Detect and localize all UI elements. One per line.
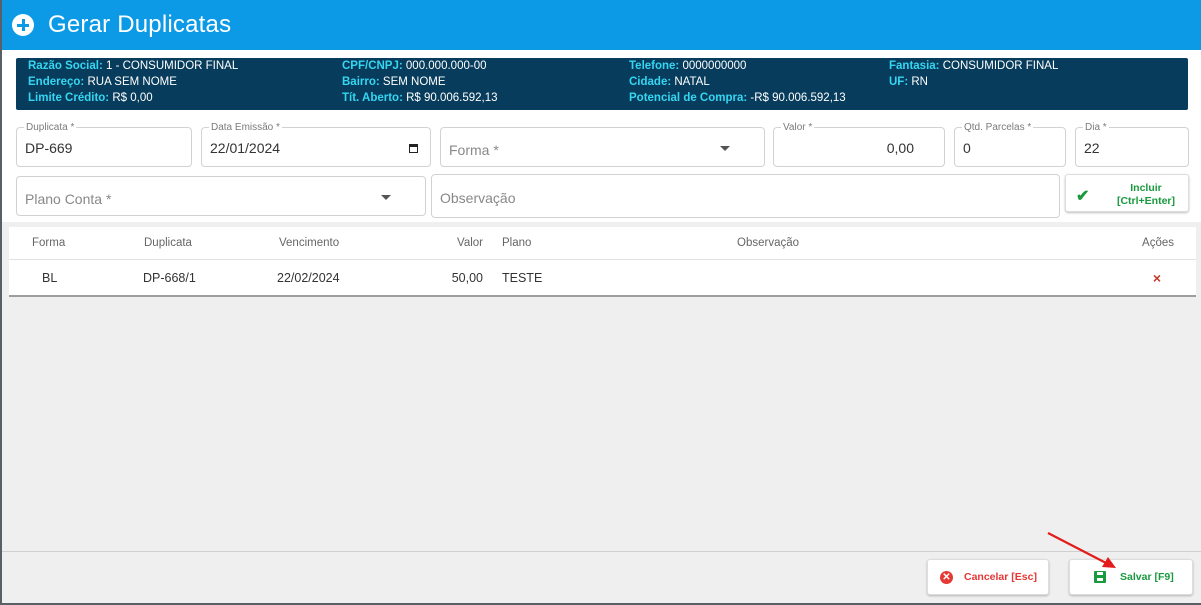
razao-social: Razão Social: 1 - CONSUMIDOR FINAL [28,60,239,72]
delete-icon[interactable]: × [1153,270,1161,286]
footer-divider [2,551,1201,552]
plano-conta-select[interactable]: Plano Conta * [16,176,426,216]
forma-placeholder: Forma * [449,142,499,158]
fantasia: Fantasia: CONSUMIDOR FINAL [889,60,1059,72]
close-circle-icon: ✕ [940,570,953,584]
table-row: BL DP-668/1 22/02/2024 50,00 TESTE × [9,261,1196,295]
chevron-down-icon [720,146,730,151]
save-label: Salvar [F9] [1120,571,1174,583]
potencial-compra: Potencial de Compra: -R$ 90.006.592,13 [629,92,846,104]
forma-select[interactable]: Forma * [440,127,765,167]
duplicata-field[interactable]: Duplicata * DP-669 [16,122,192,167]
data-emissao-field[interactable]: Data Emissão * 22/01/2024 [201,122,431,167]
table-header: Forma Duplicata Vencimento Valor Plano O… [9,227,1196,260]
dia-label: Dia * [1083,122,1109,133]
incluir-button[interactable]: ✔ Incluir [Ctrl+Enter] [1065,174,1189,212]
bairro: Bairro: SEM NOME [342,76,446,88]
column-header: Ações [1142,237,1174,249]
cidade: Cidade: NATAL [629,76,710,88]
duplicatas-table: Forma Duplicata Vencimento Valor Plano O… [9,227,1196,297]
column-header: Plano [502,237,532,249]
qtd-parcelas-value: 0 [963,140,971,156]
gerar-duplicatas-dialog: Gerar Duplicatas Razão Social: 1 - CONSU… [2,0,1201,603]
cell-valor: 50,00 [451,271,483,285]
cpf-cnpj: CPF/CNPJ: 000.000.000-00 [342,60,487,72]
cell-vencimento: 22/02/2024 [277,271,340,285]
incluir-shortcut: [Ctrl+Enter] [1116,195,1176,207]
telefone: Telefone: 0000000000 [629,60,747,72]
qtd-parcelas-label: Qtd. Parcelas * [962,122,1034,133]
data-emissao-value: 22/01/2024 [210,140,281,156]
limite-credito: Limite Crédito: R$ 0,00 [28,92,153,104]
column-header: Vencimento [279,237,340,249]
plus-circle-icon [12,14,34,36]
valor-label: Valor * [781,122,815,133]
cancel-label: Cancelar [Esc] [964,571,1037,583]
dialog-header: Gerar Duplicatas [2,0,1201,50]
cancel-button[interactable]: ✕ Cancelar [Esc] [927,559,1049,595]
cell-forma: BL [42,271,58,285]
duplicata-value: DP-669 [25,140,73,156]
calendar-icon[interactable] [409,144,418,153]
cell-duplicata: DP-668/1 [143,271,196,285]
duplicata-label: Duplicata * [24,122,77,133]
annotation-arrow-icon [1047,532,1116,568]
cell-plano: TESTE [502,271,543,285]
check-icon: ✔ [1076,188,1090,205]
dialog-title: Gerar Duplicatas [48,11,232,38]
chevron-down-icon [381,195,391,200]
column-header: Observação [737,237,800,249]
valor-field[interactable]: Valor * 0,00 [773,122,945,167]
column-header: Forma [32,237,66,249]
observacao-placeholder: Observação [440,190,516,206]
valor-value: 0,00 [886,140,914,156]
observacao-field[interactable]: Observação [431,174,1060,218]
dia-field[interactable]: Dia * 22 [1075,122,1189,167]
uf: UF: RN [889,76,928,88]
titulos-aberto: Tít. Aberto: R$ 90.006.592,13 [342,92,498,104]
customer-info-panel: Razão Social: 1 - CONSUMIDOR FINAL Ender… [16,58,1188,110]
data-emissao-label: Data Emissão * [209,122,282,133]
column-header: Duplicata [144,237,192,249]
column-header: Valor [457,237,483,249]
qtd-parcelas-field[interactable]: Qtd. Parcelas * 0 [954,122,1066,167]
plano-conta-placeholder: Plano Conta * [25,191,112,207]
dia-value: 22 [1084,140,1100,156]
incluir-label: Incluir [1130,182,1162,194]
endereco: Endereço: RUA SEM NOME [28,76,177,88]
